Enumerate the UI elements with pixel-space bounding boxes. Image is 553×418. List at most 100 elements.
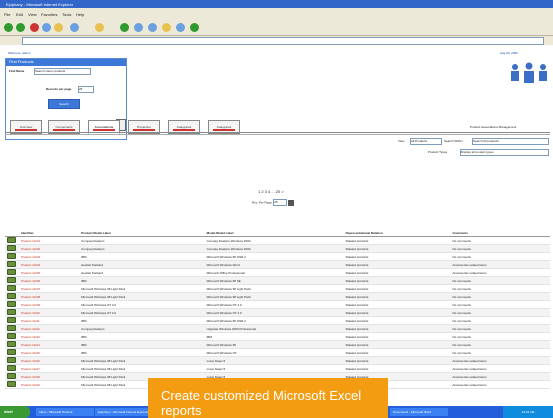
row-action-icon[interactable]	[7, 325, 16, 331]
header-relation[interactable]: Representational Relation	[343, 229, 451, 237]
table-row[interactable]: Product 11110 Microsoft Windows NT 4.0 Mic…	[5, 308, 550, 317]
table-cell: Microsoft Windows NT 4.0	[79, 300, 205, 309]
menu-tools[interactable]: Tools	[62, 12, 71, 17]
header-product-model[interactable]: Product Model Label	[79, 229, 205, 237]
cell-identifier[interactable]: Product 11109	[19, 300, 80, 309]
refresh-icon[interactable]	[42, 23, 51, 32]
row-action-icon[interactable]	[7, 341, 16, 347]
messenger-icon[interactable]	[190, 23, 199, 32]
row-action-icon[interactable]	[7, 373, 16, 379]
address-input[interactable]	[22, 37, 544, 45]
row-action-icon[interactable]	[7, 253, 16, 259]
row-action-icon[interactable]	[7, 365, 16, 371]
table-row[interactable]: Product 11107 Microsoft Windows 95 Light …	[5, 284, 550, 293]
back-icon[interactable]	[4, 23, 13, 32]
header-identifier[interactable]: Identifier	[19, 229, 80, 237]
pagination[interactable]: 1 2 3 4 ... 20 >	[258, 189, 284, 194]
cell-identifier[interactable]: Product 11107	[19, 284, 80, 293]
discuss-icon[interactable]	[176, 23, 185, 32]
row-action-icon[interactable]	[7, 301, 16, 307]
table-row[interactable]: Product 11117 Microsoft Windows 98 Light …	[5, 364, 550, 373]
cell-identifier[interactable]: Product 11112	[19, 324, 80, 333]
cell-identifier[interactable]: Product 11113	[19, 332, 80, 341]
row-action-icon[interactable]	[7, 261, 16, 267]
print-icon[interactable]	[148, 23, 157, 32]
table-row[interactable]: Product 11106 IBM Microsoft Windows 98 SE R…	[5, 276, 550, 285]
table-cell: Compaq Deskpro	[79, 324, 205, 333]
menu-view[interactable]: View	[28, 12, 37, 17]
table-cell: IBM	[79, 276, 205, 285]
cell-identifier[interactable]: Product 11116	[19, 356, 80, 365]
user-link[interactable]: Welcome, Admin	[8, 51, 30, 55]
menu-favorites[interactable]: Favorites	[41, 12, 57, 17]
home-icon[interactable]	[54, 23, 63, 32]
row-action-icon[interactable]	[7, 317, 16, 323]
taskbar-item-word[interactable]: Document1 - Microsoft Word	[390, 408, 448, 416]
table-row[interactable]: Product 11108 Microsoft Windows 98 Light …	[5, 292, 550, 301]
row-action-icon[interactable]	[7, 269, 16, 275]
stop-icon[interactable]	[30, 23, 39, 32]
table-row[interactable]: Product 11105 Hewlett Packard Microsoft Of…	[5, 268, 550, 277]
table-row[interactable]: Product 11113 IBM IBM Related products No co…	[5, 332, 550, 341]
cell-identifier[interactable]: Product 11119	[19, 380, 80, 389]
table-row[interactable]: Product 11102 Compaq Deskpro Compaq Deskpr…	[5, 244, 550, 253]
cell-identifier[interactable]: Product 11103	[19, 252, 80, 261]
row-action-icon[interactable]	[7, 357, 16, 363]
row-action-icon[interactable]	[7, 245, 16, 251]
history-icon[interactable]	[120, 23, 129, 32]
product-types-select[interactable]: Display all product types	[460, 149, 549, 156]
menu-help[interactable]: Help	[76, 12, 84, 17]
mail-icon[interactable]	[134, 23, 143, 32]
cell-identifier[interactable]: Product 11117	[19, 364, 80, 373]
row-action-icon[interactable]	[7, 349, 16, 355]
table-row[interactable]: Product 11115 IBM Microsoft Windows NT Rela…	[5, 348, 550, 357]
cell-identifier[interactable]: Product 11106	[19, 276, 80, 285]
header-comments[interactable]: Comments	[450, 229, 550, 237]
cell-identifier[interactable]: Product 11105	[19, 268, 80, 277]
cell-identifier[interactable]: Product 11110	[19, 308, 80, 317]
table-row[interactable]: Product 11112 Compaq Deskpro Upgrade Windo…	[5, 324, 550, 333]
go-icon[interactable]	[288, 199, 295, 206]
row-action-icon[interactable]	[7, 277, 16, 283]
table-cell: Microsoft Windows 95 OSR 2	[204, 252, 344, 261]
search-within-select[interactable]: Search All products	[472, 138, 549, 145]
start-button[interactable]: start	[0, 406, 30, 418]
table-cell: IBM	[79, 316, 205, 325]
view-select[interactable]: All Products	[410, 138, 442, 145]
header-model-model[interactable]: Model Model Label	[204, 229, 344, 237]
cell-identifier[interactable]: Product 11114	[19, 340, 80, 349]
search-icon[interactable]	[70, 23, 79, 32]
cell-identifier[interactable]: Product 11102	[19, 244, 80, 253]
table-row[interactable]: Product 11101 Compaq Deskpro Compaq Deskpr…	[5, 236, 550, 245]
table-row[interactable]: Product 11111 IBM Microsoft Windows 95 OSR…	[5, 316, 550, 325]
forward-icon[interactable]	[16, 23, 25, 32]
row-action-icon[interactable]	[7, 309, 16, 315]
cell-identifier[interactable]: Product 11111	[19, 316, 80, 325]
table-cell: Accessories related items	[450, 364, 550, 373]
records-select[interactable]: 25	[78, 86, 94, 93]
search-button[interactable]: Search	[48, 99, 80, 109]
table-row[interactable]: Product 11114 IBM Microsoft Windows 95 Rela…	[5, 340, 550, 349]
per-page-select[interactable]: 25	[273, 199, 288, 206]
row-action-icon[interactable]	[7, 333, 16, 339]
cell-identifier[interactable]: Product 11101	[19, 236, 80, 245]
row-action-icon[interactable]	[7, 237, 16, 243]
row-action-icon[interactable]	[7, 285, 16, 291]
row-action-icon[interactable]	[7, 381, 16, 387]
favorites-icon[interactable]	[95, 23, 104, 32]
taskbar-item-explorer[interactable]: Epiphany - Microsoft Internet Explorer	[95, 408, 153, 416]
cell-identifier[interactable]: Product 11115	[19, 348, 80, 357]
row-action-icon[interactable]	[7, 293, 16, 299]
table-row[interactable]: Product 11104 Hewlett Packard Microsoft Wi…	[5, 260, 550, 269]
find-input[interactable]: Search name products	[34, 68, 91, 75]
taskbar-item-outlook[interactable]: Inbox - Microsoft Outlook	[36, 408, 94, 416]
cell-identifier[interactable]: Product 11118	[19, 372, 80, 381]
table-row[interactable]: Product 11109 Microsoft Windows NT 4.0 Mic…	[5, 300, 550, 309]
edit-icon[interactable]	[162, 23, 171, 32]
cell-identifier[interactable]: Product 11108	[19, 292, 80, 301]
menu-edit[interactable]: Edit	[16, 12, 23, 17]
table-row[interactable]: Product 11103 IBM Microsoft Windows 95 OSR…	[5, 252, 550, 261]
menu-file[interactable]: File	[4, 12, 10, 17]
table-row[interactable]: Product 11116 Microsoft Windows 98 Light …	[5, 356, 550, 365]
cell-identifier[interactable]: Product 11104	[19, 260, 80, 269]
